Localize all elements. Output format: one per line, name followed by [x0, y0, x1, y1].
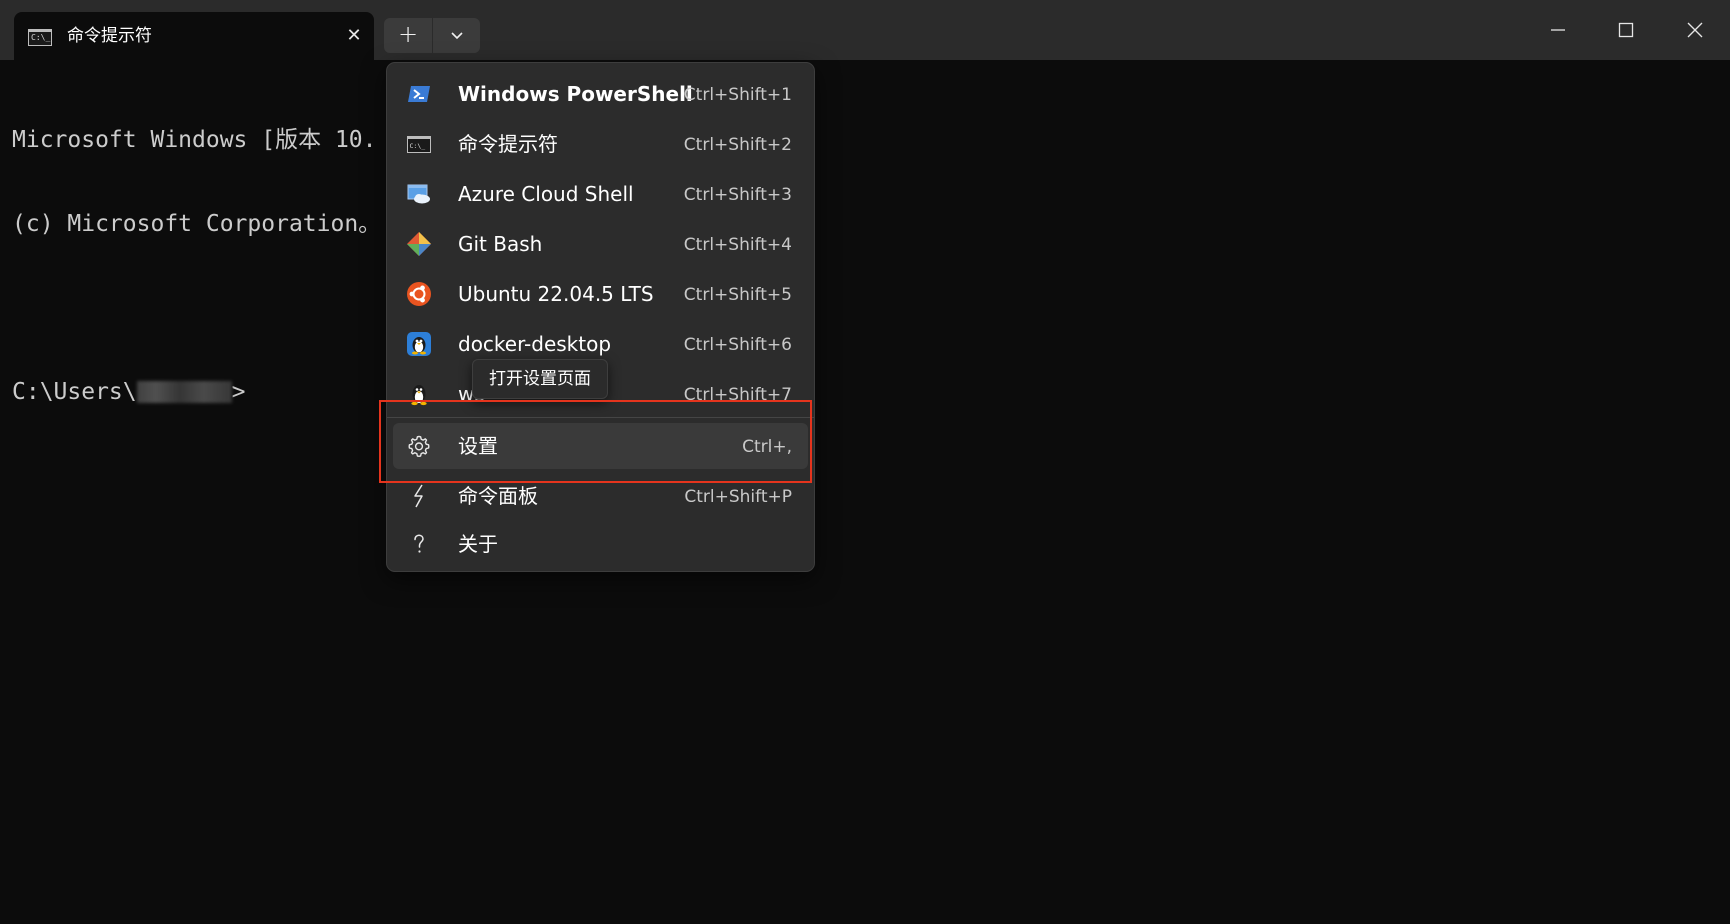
menu-item-label: Azure Cloud Shell [458, 182, 634, 206]
menu-item-git-bash[interactable]: Git Bash Ctrl+Shift+4 [393, 221, 808, 267]
tux-icon [411, 385, 427, 406]
menu-item-command-prompt[interactable]: C:\_ 命令提示符 Ctrl+Shift+2 [393, 121, 808, 167]
ubuntu-icon [407, 282, 431, 306]
menu-item-shortcut: Ctrl+Shift+4 [683, 235, 792, 255]
menu-item-label: Windows PowerShell [458, 82, 693, 106]
minimize-icon [1551, 29, 1565, 31]
terminal-output[interactable]: Microsoft Windows [版本 10. (c) Microsoft … [12, 70, 381, 462]
terminal-window: C:\_ 命令提示符 ✕ + Microsoft Windows [版本 10.… [0, 0, 1730, 924]
prompt-suffix: > [231, 379, 246, 405]
close-icon [1687, 22, 1703, 38]
chevron-down-icon [450, 31, 463, 39]
maximize-icon [1618, 22, 1634, 38]
menu-item-powershell[interactable]: Windows PowerShell Ctrl+Shift+1 [393, 71, 808, 117]
menu-item-command-palette[interactable]: 命令面板 Ctrl+Shift+P [393, 473, 808, 519]
menu-item-label: 命令面板 [458, 484, 538, 508]
menu-item-shortcut: Ctrl+Shift+7 [683, 385, 792, 405]
menu-item-label: 命令提示符 [458, 132, 558, 156]
azure-cloud-icon [407, 184, 430, 204]
terminal-prompt: C:\Users\ > [12, 378, 381, 406]
redacted-username [136, 381, 232, 403]
menu-divider [387, 417, 814, 418]
terminal-line: Microsoft Windows [版本 10. [12, 127, 377, 153]
menu-item-ubuntu[interactable]: Ubuntu 22.04.5 LTS Ctrl+Shift+5 [393, 271, 808, 317]
menu-item-label: Git Bash [458, 232, 543, 256]
minimize-button[interactable] [1538, 14, 1578, 46]
title-bar: C:\_ 命令提示符 ✕ + [0, 0, 1730, 60]
menu-item-shortcut: Ctrl+Shift+1 [683, 85, 792, 105]
menu-item-shortcut: Ctrl+Shift+2 [683, 135, 792, 155]
menu-item-shortcut: Ctrl+Shift+6 [683, 335, 792, 355]
question-icon [414, 534, 424, 553]
new-tab-button[interactable]: + [384, 18, 432, 53]
menu-item-label: 关于 [458, 532, 498, 556]
menu-item-shortcut: Ctrl+Shift+3 [683, 185, 792, 205]
tux-icon [407, 332, 431, 356]
profile-dropdown-menu: Windows PowerShell Ctrl+Shift+1 C:\_ 命令提… [386, 62, 815, 572]
tab-close-button[interactable]: ✕ [342, 24, 366, 48]
powershell-icon [408, 86, 430, 102]
menu-item-label: Ubuntu 22.04.5 LTS [458, 282, 654, 306]
menu-item-label: docker-desktop [458, 332, 612, 356]
menu-item-azure-cloud-shell[interactable]: Azure Cloud Shell Ctrl+Shift+3 [393, 171, 808, 217]
menu-item-about[interactable]: 关于 [393, 521, 808, 567]
settings-tooltip: 打开设置页面 [472, 359, 608, 399]
menu-item-shortcut: Ctrl+, [742, 437, 792, 457]
menu-item-label: 设置 [458, 434, 498, 458]
gear-icon [408, 435, 430, 457]
menu-item-shortcut: Ctrl+Shift+P [684, 487, 792, 507]
maximize-button[interactable] [1606, 14, 1646, 46]
tab-command-prompt[interactable]: C:\_ 命令提示符 ✕ [14, 12, 374, 60]
menu-item-settings[interactable]: 设置 Ctrl+, [393, 423, 808, 469]
profile-dropdown-button[interactable] [433, 18, 480, 53]
close-window-button[interactable] [1675, 14, 1715, 46]
tab-title: 命令提示符 [67, 26, 152, 46]
cmd-icon: C:\_ [407, 136, 431, 153]
terminal-line: (c) Microsoft Corporation。 [12, 211, 382, 237]
svg-text:C:\_: C:\_ [410, 142, 426, 150]
lightning-icon [414, 484, 423, 508]
cmd-icon: C:\_ [28, 29, 52, 46]
new-tab-group: + [384, 18, 480, 53]
git-icon [407, 232, 431, 256]
prompt-path: C:\Users\ [12, 379, 137, 405]
menu-item-shortcut: Ctrl+Shift+5 [683, 285, 792, 305]
